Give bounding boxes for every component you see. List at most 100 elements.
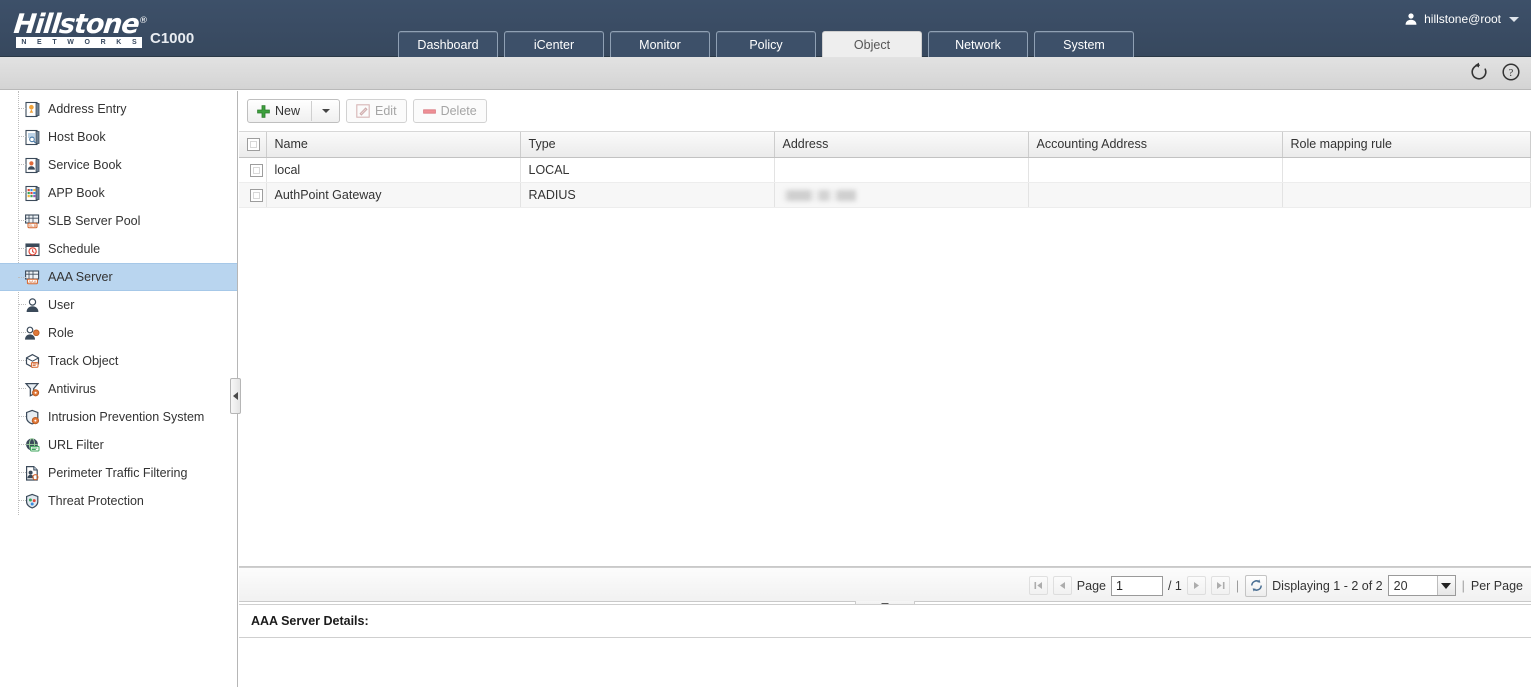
user-name-label: hillstone@root bbox=[1424, 12, 1501, 26]
page-input[interactable] bbox=[1111, 576, 1163, 596]
prev-page-icon bbox=[1057, 580, 1068, 591]
sidebar-item-role[interactable]: Role bbox=[0, 319, 237, 347]
brand-logo: Hillstone® N E T W O R K S bbox=[14, 6, 149, 48]
tab-policy[interactable]: Policy bbox=[716, 31, 816, 57]
brand-subtitle: N E T W O R K S bbox=[16, 37, 142, 48]
sidebar-item-user[interactable]: User bbox=[0, 291, 237, 319]
pagination-controls: Page / 1 | bbox=[1029, 568, 1523, 603]
host-book-icon bbox=[24, 129, 41, 146]
column-header-type[interactable]: Type bbox=[520, 132, 774, 157]
brand-name-text: Hillstone bbox=[12, 9, 140, 40]
delete-button[interactable]: Delete bbox=[413, 99, 487, 123]
tab-object[interactable]: Object bbox=[822, 31, 922, 57]
sidebar-item-label: Threat Protection bbox=[48, 493, 144, 509]
last-page-button[interactable] bbox=[1211, 576, 1230, 595]
sidebar-item-service-book[interactable]: Service Book bbox=[0, 151, 237, 179]
sidebar-item-label: Schedule bbox=[48, 241, 100, 257]
sidebar-item-antivirus[interactable]: Antivirus bbox=[0, 375, 237, 403]
svg-text:SLB: SLB bbox=[29, 222, 37, 227]
select-all-checkbox[interactable] bbox=[247, 138, 260, 151]
chevron-down-icon[interactable] bbox=[1437, 576, 1455, 595]
slb-server-pool-icon: SLB bbox=[24, 213, 41, 230]
tab-icenter[interactable]: iCenter bbox=[504, 31, 604, 57]
sidebar-item-track-object[interactable]: Track Object bbox=[0, 347, 237, 375]
details-content bbox=[239, 638, 1531, 687]
cell-type: LOCAL bbox=[520, 157, 774, 182]
tab-system[interactable]: System bbox=[1034, 31, 1134, 57]
pagination-bar: Page / 1 | bbox=[239, 567, 1531, 602]
sidebar-item-label: User bbox=[48, 297, 74, 313]
refresh-icon[interactable] bbox=[1469, 62, 1489, 82]
row-checkbox[interactable] bbox=[250, 164, 263, 177]
per-page-select[interactable]: 20 bbox=[1388, 575, 1456, 596]
svg-text:AAA: AAA bbox=[28, 278, 36, 283]
secondary-toolbar: ? bbox=[0, 57, 1531, 90]
next-page-button[interactable] bbox=[1187, 576, 1206, 595]
sidebar-item-app-book[interactable]: APP Book bbox=[0, 179, 237, 207]
table: Name Type Address Accounting Address Rol… bbox=[239, 132, 1531, 208]
help-icon[interactable]: ? bbox=[1501, 62, 1521, 82]
tab-network[interactable]: Network bbox=[928, 31, 1028, 57]
sidebar-item-url-filter[interactable]: URL Filter bbox=[0, 431, 237, 459]
pager-divider: | bbox=[1235, 579, 1240, 593]
chevron-down-icon[interactable] bbox=[322, 109, 330, 113]
sidebar-item-address-entry[interactable]: Address Entry bbox=[0, 95, 237, 123]
grid-toolbar: New Edit Delete bbox=[239, 91, 1531, 132]
cell-address bbox=[774, 157, 1028, 182]
cell-accounting-address bbox=[1028, 157, 1282, 182]
tab-dashboard[interactable]: Dashboard bbox=[398, 31, 498, 57]
app-book-icon bbox=[24, 185, 41, 202]
minus-icon bbox=[423, 105, 436, 118]
edit-button-label: Edit bbox=[375, 104, 397, 118]
per-page-label: Per Page bbox=[1471, 579, 1523, 593]
svg-text:?: ? bbox=[1509, 68, 1514, 79]
first-page-button[interactable] bbox=[1029, 576, 1048, 595]
row-select-cell bbox=[239, 182, 266, 207]
new-button[interactable]: New bbox=[247, 99, 340, 123]
sidebar-item-label: AAA Server bbox=[48, 269, 113, 285]
select-all-header bbox=[239, 132, 266, 157]
cell-name: local bbox=[266, 157, 520, 182]
column-header-accounting-address[interactable]: Accounting Address bbox=[1028, 132, 1282, 157]
sidebar-item-label: Role bbox=[48, 325, 74, 341]
sidebar-item-intrusion-prevention-system[interactable]: Intrusion Prevention System bbox=[0, 403, 237, 431]
main-navigation-tabs: Dashboard iCenter Monitor Policy Object … bbox=[398, 31, 1134, 57]
sidebar-item-aaa-server[interactable]: AAA AAA Server bbox=[0, 263, 237, 291]
sidebar-item-label: Antivirus bbox=[48, 381, 96, 397]
column-header-role-mapping-rule[interactable]: Role mapping rule bbox=[1282, 132, 1531, 157]
sidebar-collapse-handle[interactable] bbox=[230, 378, 241, 414]
delete-button-label: Delete bbox=[441, 104, 477, 118]
column-header-address[interactable]: Address bbox=[774, 132, 1028, 157]
sidebar-item-slb-server-pool[interactable]: SLB SLB Server Pool bbox=[0, 207, 237, 235]
sidebar-item-label: Host Book bbox=[48, 129, 106, 145]
application-window: Hillstone® N E T W O R K S C1000 Dashboa… bbox=[0, 0, 1531, 687]
threat-protection-icon bbox=[24, 493, 41, 510]
cell-name: AuthPoint Gateway bbox=[266, 182, 520, 207]
tab-monitor[interactable]: Monitor bbox=[610, 31, 710, 57]
column-header-name[interactable]: Name bbox=[266, 132, 520, 157]
table-row[interactable]: local LOCAL bbox=[239, 157, 1531, 182]
cell-address bbox=[774, 182, 1028, 207]
device-model-label: C1000 bbox=[150, 30, 194, 47]
pager-refresh-button[interactable] bbox=[1245, 575, 1267, 597]
sidebar-item-schedule[interactable]: Schedule bbox=[0, 235, 237, 263]
sidebar-item-label: Address Entry bbox=[48, 101, 127, 117]
edit-pencil-icon bbox=[356, 104, 370, 118]
brand-sub-letter: T bbox=[52, 37, 56, 48]
sidebar-item-label: Track Object bbox=[48, 353, 118, 369]
sidebar-item-perimeter-traffic-filtering[interactable]: Perimeter Traffic Filtering bbox=[0, 459, 237, 487]
schedule-icon bbox=[24, 241, 41, 258]
row-checkbox[interactable] bbox=[250, 189, 263, 202]
brand-sub-letter: K bbox=[116, 37, 121, 48]
user-menu[interactable]: hillstone@root bbox=[1404, 9, 1519, 29]
sidebar-item-host-book[interactable]: Host Book bbox=[0, 123, 237, 151]
sidebar-item-threat-protection[interactable]: Threat Protection bbox=[0, 487, 237, 515]
edit-button[interactable]: Edit bbox=[346, 99, 407, 123]
table-row[interactable]: AuthPoint Gateway RADIUS bbox=[239, 182, 1531, 207]
aaa-server-icon: AAA bbox=[24, 269, 41, 286]
brand-sub-letter: R bbox=[101, 37, 106, 48]
sidebar-item-label: Intrusion Prevention System bbox=[48, 409, 204, 425]
cell-role-mapping-rule bbox=[1282, 182, 1531, 207]
details-title: AAA Server Details: bbox=[239, 604, 1531, 638]
prev-page-button[interactable] bbox=[1053, 576, 1072, 595]
